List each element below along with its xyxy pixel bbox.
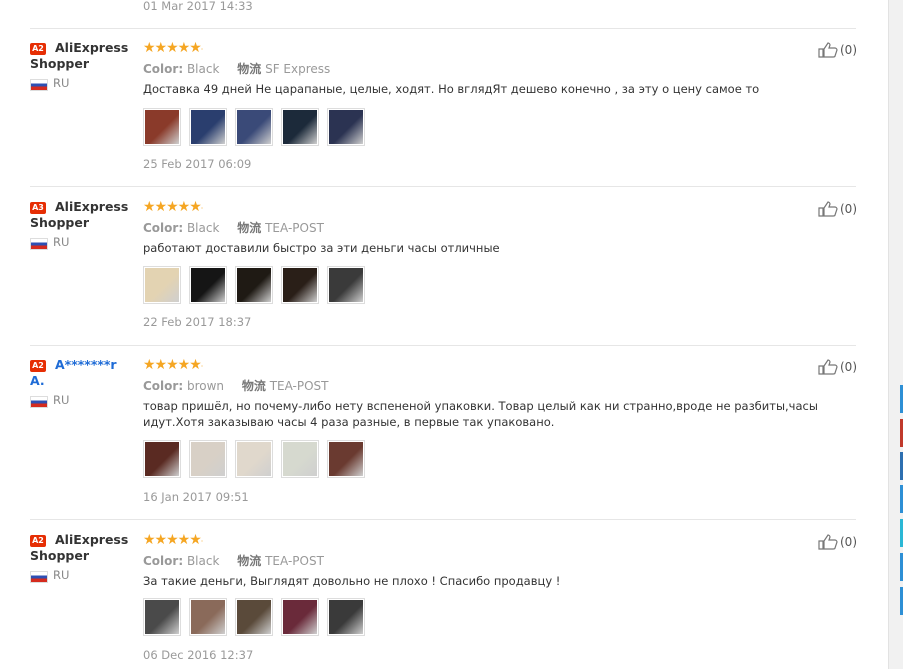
- review-text: работают доставили быстро за эти деньги …: [143, 241, 500, 255]
- reviewer-name[interactable]: AliExpress Shopper: [30, 40, 130, 72]
- helpful-count: (0): [840, 360, 857, 374]
- divider: [30, 186, 856, 187]
- review-photo[interactable]: [327, 108, 365, 146]
- review-photo[interactable]: [189, 266, 227, 304]
- thumbs-up-icon[interactable]: [818, 42, 838, 58]
- divider: [30, 519, 856, 520]
- color-value: Black: [186, 554, 220, 568]
- reviews-page: 01 Mar 2017 14:33 A2 AliExpress Shopper …: [0, 0, 888, 669]
- review-text: Доставка 49 дней Не царапаные, целые, хо…: [143, 82, 760, 96]
- reviewer-name[interactable]: A*******r A.: [30, 357, 130, 389]
- reviewer-name[interactable]: AliExpress Shopper: [30, 532, 130, 564]
- reviewer-name[interactable]: AliExpress Shopper: [30, 199, 130, 231]
- russia-flag-icon: [30, 396, 48, 408]
- color-value: brown: [186, 379, 225, 393]
- color-label: Color:: [143, 554, 184, 568]
- review-photo[interactable]: [189, 108, 227, 146]
- review-photo[interactable]: [235, 598, 273, 636]
- reviewer-country: RU: [53, 393, 70, 407]
- shipping-label: 物流: [237, 554, 262, 568]
- shipping-label: 物流: [241, 379, 266, 393]
- review-date: 25 Feb 2017 06:09: [143, 157, 252, 171]
- review-photo[interactable]: [235, 108, 273, 146]
- color-label: Color:: [143, 379, 184, 393]
- thumbs-up-icon[interactable]: [818, 534, 838, 550]
- russia-flag-icon: [30, 571, 48, 583]
- divider: [30, 28, 856, 29]
- review-date: 06 Dec 2016 12:37: [143, 648, 254, 662]
- review-photo[interactable]: [281, 598, 319, 636]
- helpful-button[interactable]: (0): [818, 201, 857, 217]
- star-rating: ★★★★★·: [143, 40, 203, 56]
- review-photo[interactable]: [143, 440, 181, 478]
- shipping-label: 物流: [237, 62, 262, 76]
- helpful-button[interactable]: (0): [818, 534, 857, 550]
- review-photo[interactable]: [327, 440, 365, 478]
- review-photo[interactable]: [235, 440, 273, 478]
- russia-flag-icon: [30, 238, 48, 250]
- review-date: 01 Mar 2017 14:33: [143, 0, 253, 13]
- review-photos: [143, 266, 365, 304]
- review-text: товар пришёл, но почему-либо нету вспене…: [143, 399, 818, 429]
- divider: [30, 345, 856, 346]
- review-attributes: Color: Black 物流 TEA-POST: [143, 552, 324, 569]
- shipping-value: TEA-POST: [269, 379, 329, 393]
- reviewer-country: RU: [53, 235, 70, 249]
- review-photos: [143, 440, 365, 478]
- shipping-value: SF Express: [265, 62, 331, 76]
- review-attributes: Color: brown 物流 TEA-POST: [143, 377, 329, 394]
- review-photo[interactable]: [235, 266, 273, 304]
- color-value: Black: [186, 221, 220, 235]
- review-photo[interactable]: [281, 440, 319, 478]
- star-rating: ★★★★★·: [143, 532, 203, 548]
- shipping-value: TEA-POST: [265, 221, 324, 235]
- star-rating: ★★★★★·: [143, 357, 203, 373]
- color-label: Color:: [143, 221, 184, 235]
- star-rating: ★★★★★·: [143, 199, 203, 215]
- helpful-count: (0): [840, 202, 857, 216]
- thumbs-up-icon[interactable]: [818, 201, 838, 217]
- review-photo[interactable]: [327, 266, 365, 304]
- review-attributes: Color: Black 物流 TEA-POST: [143, 219, 324, 236]
- review-date: 16 Jan 2017 09:51: [143, 490, 249, 504]
- review-photo[interactable]: [327, 598, 365, 636]
- color-label: Color:: [143, 62, 184, 76]
- review-photo[interactable]: [281, 266, 319, 304]
- review-photo[interactable]: [143, 598, 181, 636]
- review-photos: [143, 108, 365, 146]
- thumbs-up-icon[interactable]: [818, 359, 838, 375]
- helpful-button[interactable]: (0): [818, 42, 857, 58]
- review-photo[interactable]: [281, 108, 319, 146]
- review-attributes: Color: Black 物流 SF Express: [143, 60, 330, 77]
- helpful-count: (0): [840, 43, 857, 57]
- review-photo[interactable]: [189, 440, 227, 478]
- color-value: Black: [186, 62, 220, 76]
- shipping-value: TEA-POST: [265, 554, 324, 568]
- review-date: 22 Feb 2017 18:37: [143, 315, 252, 329]
- shipping-label: 物流: [237, 221, 262, 235]
- review-text: За такие деньги, Выглядят довольно не пл…: [143, 574, 561, 588]
- helpful-count: (0): [840, 535, 857, 549]
- reviewer-country: RU: [53, 568, 70, 582]
- review-photo[interactable]: [143, 266, 181, 304]
- helpful-button[interactable]: (0): [818, 359, 857, 375]
- review-photos: [143, 598, 365, 636]
- reviewer-country: RU: [53, 76, 70, 90]
- review-photo[interactable]: [143, 108, 181, 146]
- review-photo[interactable]: [189, 598, 227, 636]
- russia-flag-icon: [30, 79, 48, 91]
